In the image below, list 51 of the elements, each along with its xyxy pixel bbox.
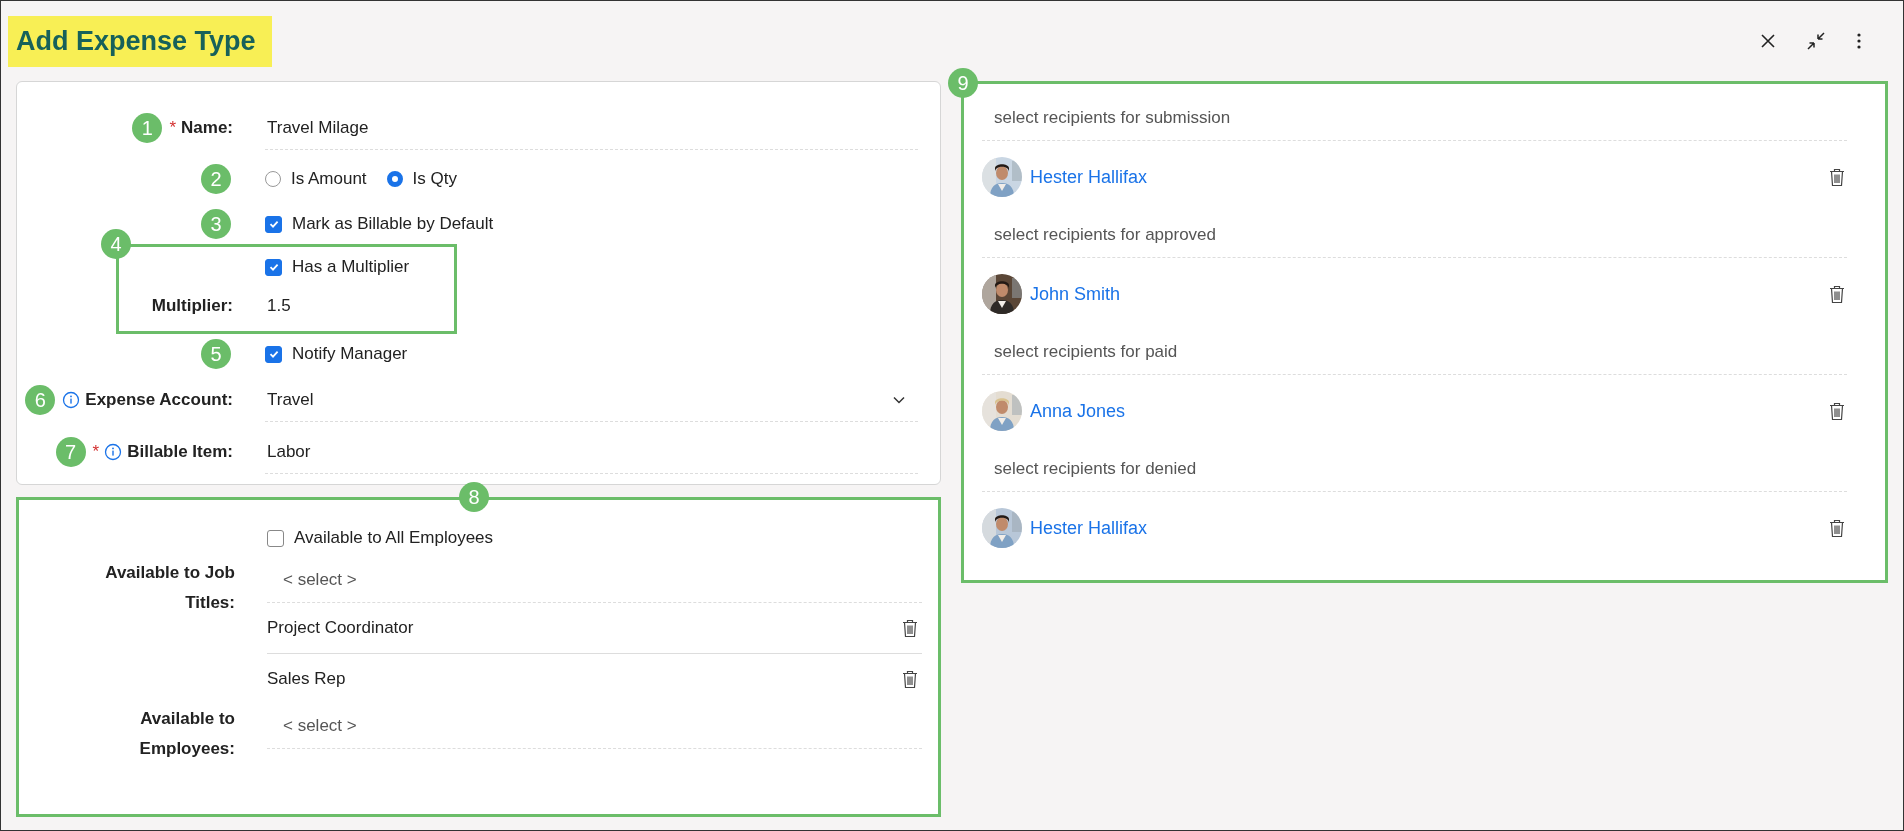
annotation-badge: 3 <box>201 209 231 239</box>
annotation-badge: 2 <box>201 164 231 194</box>
annotation-badge: 9 <box>947 68 978 98</box>
recipient-link[interactable]: John Smith <box>1029 283 1120 305</box>
multiplier-field[interactable]: 1.5 <box>265 285 454 327</box>
checkbox-label: Has a Multiplier <box>292 257 410 277</box>
recipient-link[interactable]: Hester Hallifax <box>1029 517 1147 539</box>
required-mark: * <box>92 442 100 462</box>
radio-button[interactable] <box>386 171 403 187</box>
recipients-select[interactable]: select recipients for approved <box>981 213 1847 258</box>
annotation-badge: 5 <box>201 339 231 369</box>
info-icon[interactable] <box>62 391 81 409</box>
radio-button[interactable] <box>265 171 281 187</box>
annotation-badge: 8 <box>459 482 489 512</box>
field-label: Available to Job Titles: <box>104 562 235 614</box>
checkbox-label: Available to All Employees <box>294 528 494 548</box>
field-label: Multiplier: <box>150 296 233 316</box>
recipients-select[interactable]: select recipients for denied <box>981 447 1847 492</box>
annotation-badge: 7 <box>55 437 86 467</box>
checkbox[interactable] <box>265 258 282 276</box>
annotation-badge: 1 <box>132 113 163 143</box>
job-titles-select[interactable]: < select > <box>267 558 922 603</box>
required-mark: * <box>169 118 177 138</box>
check-icon <box>267 261 280 273</box>
checkbox-label: Mark as Billable by Default <box>292 214 494 234</box>
annotation-badge: 4 <box>101 229 131 259</box>
field-label: Expense Account: <box>85 390 233 410</box>
checkbox[interactable] <box>267 529 284 547</box>
page-title: Add Expense Type <box>8 15 272 67</box>
expense-account-dropdown[interactable]: Travel <box>265 378 918 422</box>
list-item-text: Sales Rep <box>267 669 346 689</box>
name-field[interactable]: Travel Milage <box>265 106 918 150</box>
field-label: Name: <box>181 118 233 138</box>
recipient-link[interactable]: Anna Jones <box>1029 400 1126 422</box>
info-icon[interactable] <box>104 443 123 461</box>
list-item-text: Project Coordinator <box>267 618 414 638</box>
check-icon <box>267 348 280 360</box>
check-icon <box>267 218 280 230</box>
field-label: Billable Item: <box>127 442 233 462</box>
checkbox[interactable] <box>265 345 282 363</box>
checkbox[interactable] <box>265 215 282 233</box>
recipients-select[interactable]: select recipients for paid <box>981 330 1847 375</box>
recipient-link[interactable]: Hester Hallifax <box>1029 166 1147 188</box>
field-label: Available to Employees: <box>138 708 235 760</box>
employees-select[interactable]: < select > <box>267 704 922 749</box>
annotation-badge: 6 <box>25 385 56 415</box>
checkbox-label: Notify Manager <box>292 344 408 364</box>
radio-label: Is Amount <box>291 169 367 189</box>
recipients-select[interactable]: select recipients for submission <box>981 96 1847 141</box>
radio-label: Is Qty <box>412 169 457 189</box>
billable-item-field[interactable]: Labor <box>265 430 918 474</box>
